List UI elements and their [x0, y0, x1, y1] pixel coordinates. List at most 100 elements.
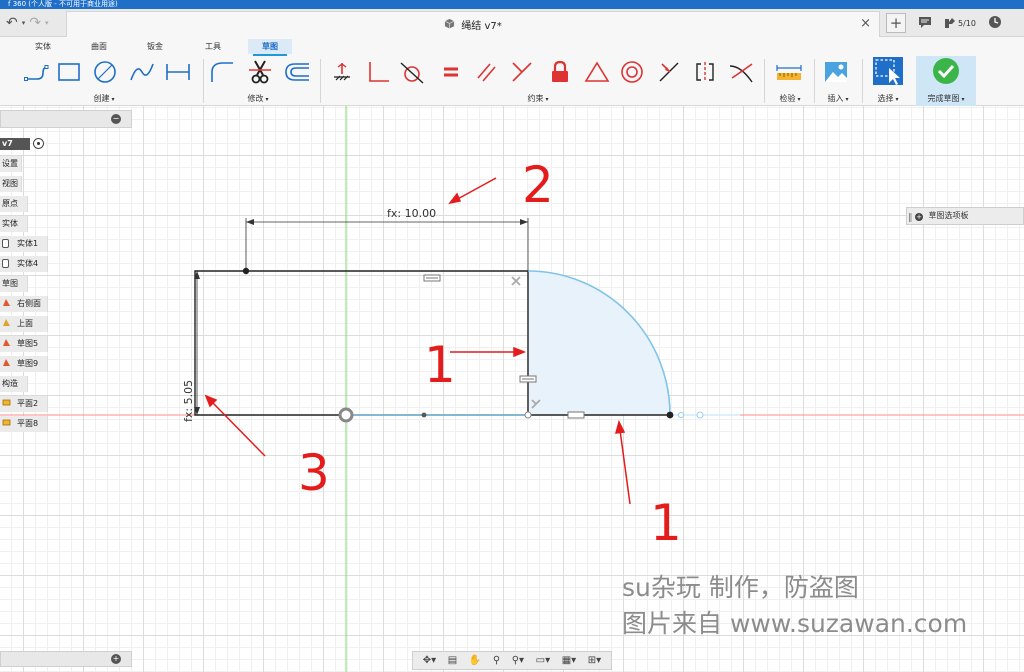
body-icon[interactable]	[2, 239, 9, 248]
redo-icon[interactable]: ↷	[29, 15, 41, 31]
pan-hand-icon[interactable]: ✋	[469, 655, 481, 666]
browser-item-label: 设置	[2, 159, 18, 168]
constraints-group-label[interactable]: 约束	[518, 93, 558, 104]
sketch-point[interactable]	[524, 411, 532, 419]
dimension-tool-icon[interactable]	[164, 59, 192, 85]
browser-item-label: 草图	[2, 279, 18, 288]
viewports-icon[interactable]: ⊞▾	[588, 655, 601, 666]
curvature-constraint-icon[interactable]	[727, 59, 755, 85]
browser-item-sketch-right[interactable]: 右侧面	[0, 296, 48, 312]
origin-point[interactable]	[338, 407, 354, 423]
concentric-constraint-icon[interactable]	[618, 59, 646, 85]
perpendicular-constraint-icon[interactable]	[364, 59, 392, 85]
sketch-point[interactable]	[421, 412, 427, 418]
browser-item-plane8[interactable]: 平面8	[0, 416, 48, 432]
inspect-group-label[interactable]: 检验	[770, 93, 810, 104]
annotation-arrowhead	[513, 346, 527, 358]
height-dimension-label[interactable]: fx: 5.05	[182, 380, 195, 422]
browser-item-views[interactable]: 视图	[0, 176, 22, 192]
insert-image-icon[interactable]	[822, 59, 850, 85]
finish-sketch-check-icon[interactable]	[932, 58, 960, 84]
measure-ruler-icon[interactable]	[775, 59, 803, 85]
document-tab[interactable]: 绳结 v7* ×	[66, 11, 880, 37]
browser-item-sketches[interactable]: 草图	[0, 276, 28, 292]
fix-constraint-icon[interactable]	[328, 59, 356, 85]
grid-settings-icon[interactable]: ▦▾	[562, 655, 576, 666]
rectangle-tool-icon[interactable]	[55, 59, 83, 85]
new-tab-button[interactable]: +	[886, 13, 906, 33]
grip-icon[interactable]: ‖	[908, 210, 913, 226]
create-group-label[interactable]: 创建	[84, 93, 124, 104]
rectangle-profile[interactable]	[194, 270, 529, 416]
sketch-point[interactable]	[666, 411, 674, 419]
browser-item-label: 上面	[17, 319, 33, 328]
sketch-drawing[interactable]: fx: 10.00 fx: 5.05 1 2 3 1	[0, 106, 1024, 672]
expand-icon[interactable]: +	[915, 213, 923, 221]
tab-solid[interactable]: 实体	[30, 41, 56, 53]
modify-group-label[interactable]: 修改	[238, 93, 278, 104]
trim-scissors-icon[interactable]	[246, 59, 274, 85]
look-at-icon[interactable]: ▤	[448, 655, 457, 666]
browser-item-sketch-top[interactable]: 上面	[0, 316, 48, 332]
tab-tools[interactable]: 工具	[200, 41, 226, 53]
separator	[862, 59, 863, 103]
triangle-constraint-icon[interactable]	[583, 59, 611, 85]
midpoint-constraint-icon[interactable]	[655, 59, 683, 85]
job-status-button[interactable]: 5/10	[944, 17, 976, 29]
browser-item-construction[interactable]: 构造	[0, 376, 28, 392]
browser-root[interactable]: v7	[0, 136, 48, 152]
finish-sketch-button[interactable]: 完成草图	[918, 93, 974, 104]
sketch-palette[interactable]: ‖ + 草图选项板	[906, 207, 1024, 225]
document-title: 绳结 v7*	[461, 21, 502, 32]
sketch-canvas[interactable]: fx: 10.00 fx: 5.05 1 2 3 1	[0, 106, 1024, 672]
sketch-point[interactable]	[677, 411, 685, 419]
line-tool-icon[interactable]	[22, 59, 50, 85]
sketch-point[interactable]	[696, 411, 704, 419]
spline-tool-icon[interactable]	[128, 59, 156, 85]
fit-icon[interactable]: ⚲▾	[512, 655, 524, 666]
browser-item-body1[interactable]: 实体1	[0, 236, 48, 252]
circle-tool-icon[interactable]	[91, 59, 119, 85]
tab-surface[interactable]: 曲面	[86, 41, 112, 53]
close-tab-icon[interactable]: ×	[860, 16, 871, 31]
collapse-icon[interactable]: −	[111, 114, 121, 124]
expand-icon[interactable]: +	[111, 654, 121, 664]
annotation-arrowhead	[448, 192, 462, 205]
orbit-icon[interactable]: ✥▾	[423, 655, 436, 666]
select-group-label[interactable]: 选择	[866, 93, 910, 104]
zoom-icon[interactable]: ⚲	[493, 655, 500, 666]
width-dimension-label[interactable]: fx: 10.00	[387, 207, 436, 220]
browser-item-bodies[interactable]: 实体	[0, 216, 28, 232]
symmetry-constraint-icon[interactable]	[691, 59, 719, 85]
browser-item-settings[interactable]: 设置	[0, 156, 22, 172]
clock-icon[interactable]	[988, 15, 1002, 32]
tab-sketch[interactable]: 草图	[253, 41, 287, 56]
body-icon[interactable]	[2, 259, 9, 268]
browser-item-sketch5[interactable]: 草图5	[0, 336, 48, 352]
browser-item-label: 草图9	[17, 359, 39, 368]
dropdown-icon[interactable]: ▾	[22, 19, 26, 27]
select-tool-icon[interactable]	[872, 56, 904, 86]
activate-radio-icon[interactable]	[33, 138, 44, 149]
comment-icon[interactable]	[918, 16, 932, 31]
browser-item-origin[interactable]: 原点	[0, 196, 28, 212]
undo-icon[interactable]: ↶	[6, 15, 18, 31]
tab-sheet-metal[interactable]: 钣金	[142, 41, 168, 53]
horizontal-constraint-icon[interactable]	[567, 411, 585, 419]
dropdown-icon[interactable]: ▾	[45, 19, 49, 27]
tangent-constraint-icon[interactable]	[398, 59, 426, 85]
browser-item-sketch9[interactable]: 草图9	[0, 356, 48, 372]
display-settings-icon[interactable]: ▭▾	[536, 655, 550, 666]
browser-item-plane2[interactable]: 平面2	[0, 396, 48, 412]
browser-item-body4[interactable]: 实体4	[0, 256, 48, 272]
equal-constraint-icon[interactable]	[437, 59, 465, 85]
fillet-tool-icon[interactable]	[208, 59, 236, 85]
coincident-constraint-icon[interactable]	[508, 59, 536, 85]
tangent-marker-icon	[511, 276, 521, 286]
parallel-constraint-icon[interactable]	[472, 59, 500, 85]
sketch-point[interactable]	[242, 267, 250, 275]
offset-tool-icon[interactable]	[283, 59, 311, 85]
profile-fill[interactable]	[528, 271, 670, 415]
insert-group-label[interactable]: 插入	[818, 93, 858, 104]
lock-icon[interactable]	[546, 59, 574, 85]
